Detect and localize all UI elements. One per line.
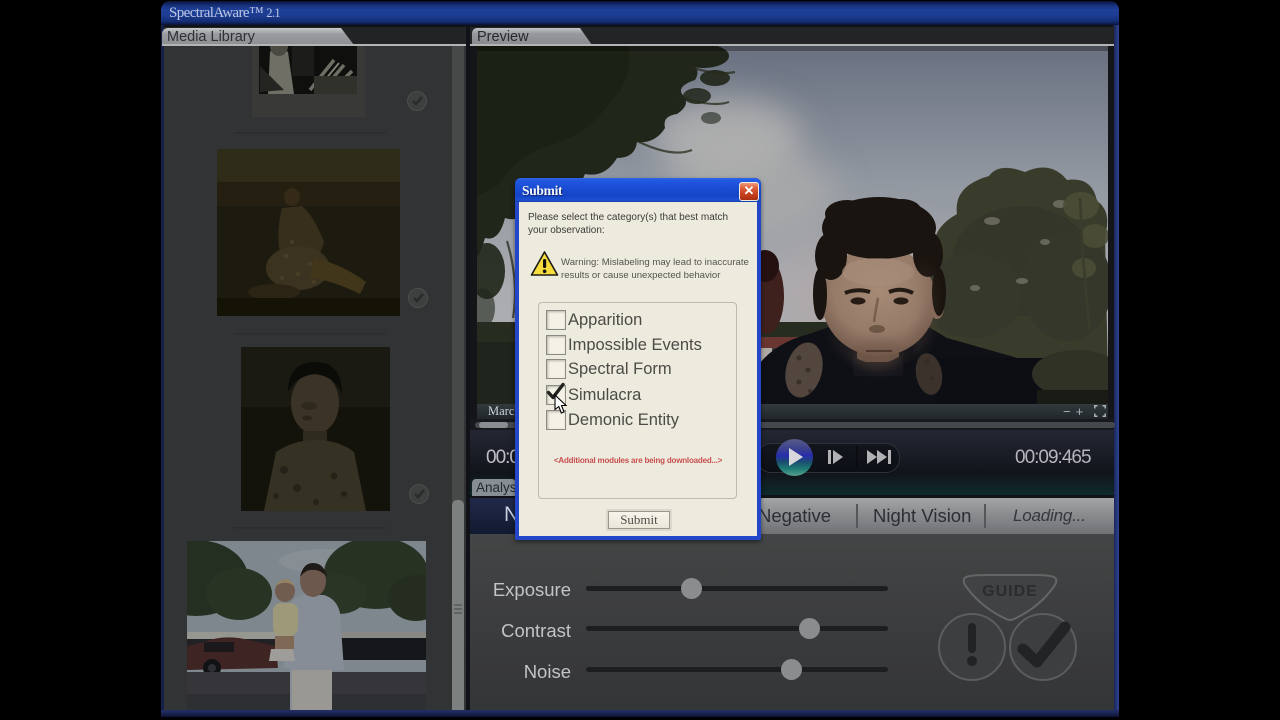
svg-text:GUIDE: GUIDE xyxy=(982,583,1038,600)
